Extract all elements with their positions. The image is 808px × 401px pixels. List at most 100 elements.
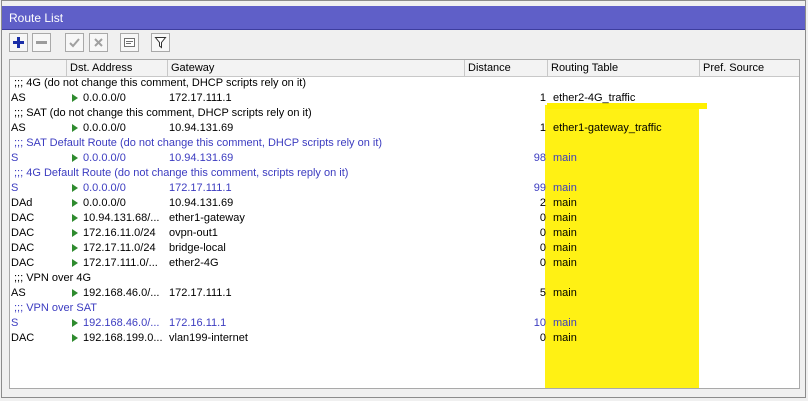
col-flags[interactable] [10,60,67,76]
comment-button[interactable] [120,33,139,52]
route-row[interactable]: AS 0.0.0.0/0 172.17.111.1 1 ether2-4G_traffi… [10,91,799,106]
route-row[interactable]: DAd 0.0.0.0/0 10.94.131.69 2 main [10,196,799,211]
route-row[interactable]: DAC 172.17.11.0/24 bridge-local 0 main [10,241,799,256]
route-routing-table: main [553,212,577,224]
route-dst-address: 10.94.131.68/... [68,211,167,226]
minus-icon [36,41,47,44]
route-arrow-icon [72,259,78,267]
route-row[interactable]: S 0.0.0.0/0 10.94.131.69 98 main [10,151,799,166]
col-pref-source[interactable]: Pref. Source [700,60,799,76]
route-gateway: 172.17.111.1 [169,92,232,104]
remove-button[interactable] [32,33,51,52]
route-dst-value: 172.17.111.0/... [83,257,158,269]
route-arrow-icon [72,214,78,222]
route-arrow-icon [72,244,78,252]
route-routing-table: main [553,197,577,209]
route-gateway: ovpn-out1 [169,227,218,239]
enable-button[interactable] [65,33,84,52]
route-distance: 10 [533,317,546,329]
add-button[interactable] [9,33,28,52]
route-routing-table: main [553,152,577,164]
route-row[interactable]: AS 192.168.46.0/... 172.17.111.1 5 main [10,286,799,301]
route-flags: AS [11,92,26,104]
comment-row[interactable]: ;;; 4G (do not change this comment, DHCP… [10,76,799,91]
disable-button[interactable] [89,33,108,52]
route-routing-table: main [553,317,577,329]
comment-row[interactable]: ;;; 4G Default Route (do not change this… [10,166,799,181]
route-flags: DAC [11,332,35,344]
route-dst-address: 172.16.11.0/24 [68,226,167,241]
route-routing-table: ether2-4G_traffic [553,92,636,104]
route-distance: 0 [539,212,546,224]
route-arrow-icon [72,154,78,162]
route-dst-value: 0.0.0.0/0 [83,182,126,194]
route-routing-table: main [553,242,577,254]
route-dst-value: 192.168.46.0/... [83,317,160,329]
route-comment: ;;; SAT Default Route (do not change thi… [14,137,383,149]
route-routing-table: main [553,287,577,299]
route-flags: S [11,182,19,194]
route-flags: DAd [11,197,33,209]
route-flags: DAC [11,257,35,269]
route-dst-address: 0.0.0.0/0 [68,121,167,136]
route-distance: 99 [533,182,546,194]
route-row[interactable]: S 0.0.0.0/0 172.17.111.1 99 main [10,181,799,196]
filter-button[interactable] [151,33,170,52]
route-comment: ;;; SAT (do not change this comment, DHC… [14,107,312,119]
route-arrow-icon [72,184,78,192]
col-gateway[interactable]: Gateway [168,60,465,76]
route-dst-address: 0.0.0.0/0 [68,196,167,211]
route-gateway: 172.17.111.1 [169,287,232,299]
route-flags: AS [11,287,26,299]
route-row[interactable]: S 192.168.46.0/... 172.16.11.1 10 main [10,316,799,331]
route-arrow-icon [72,289,78,297]
route-routing-table: main [553,182,577,194]
route-gateway: 10.94.131.69 [169,152,234,164]
route-gateway: bridge-local [169,242,226,254]
comment-row[interactable]: ;;; VPN over SAT [10,301,799,316]
route-arrow-icon [72,199,78,207]
route-arrow-icon [72,124,78,132]
route-dst-value: 172.16.11.0/24 [83,227,156,239]
filter-icon [154,37,167,49]
table-header: Dst. Address Gateway Distance Routing Ta… [10,60,799,77]
route-row[interactable]: DAC 172.16.11.0/24 ovpn-out1 0 main [10,226,799,241]
window-titlebar[interactable]: Route List [2,6,805,30]
comment-row[interactable]: ;;; SAT Default Route (do not change thi… [10,136,799,151]
plus-icon [13,37,24,48]
route-dst-address: 172.17.11.0/24 [68,241,167,256]
route-dst-value: 192.168.46.0/... [83,287,160,299]
col-routing-table[interactable]: Routing Table [548,60,700,76]
route-routing-table: main [553,332,577,344]
route-comment: ;;; VPN over 4G [14,272,92,284]
route-distance: 0 [539,227,546,239]
route-flags: AS [11,122,26,134]
route-row[interactable]: DAC 192.168.199.0... vlan199-internet 0 main [10,331,799,346]
route-dst-value: 0.0.0.0/0 [83,152,126,164]
route-distance: 0 [539,257,546,269]
route-row[interactable]: AS 0.0.0.0/0 10.94.131.69 1 ether1-gateway_t… [10,121,799,136]
route-dst-address: 192.168.46.0/... [68,316,167,331]
comment-row[interactable]: ;;; VPN over 4G [10,271,799,286]
route-gateway: 10.94.131.69 [169,122,234,134]
comment-row[interactable]: ;;; SAT (do not change this comment, DHC… [10,106,799,121]
col-dst-address[interactable]: Dst. Address [67,60,168,76]
route-gateway: 172.16.11.1 [169,317,227,329]
route-dst-value: 0.0.0.0/0 [83,122,126,134]
route-distance: 0 [539,242,546,254]
route-distance: 1 [539,122,546,134]
route-arrow-icon [72,94,78,102]
route-row[interactable]: DAC 10.94.131.68/... ether1-gateway 0 main [10,211,799,226]
route-distance: 2 [539,197,546,209]
route-distance: 0 [539,332,546,344]
route-flags: S [11,317,19,329]
route-comment: ;;; 4G (do not change this comment, DHCP… [14,77,307,89]
route-gateway: ether1-gateway [169,212,245,224]
route-table: Dst. Address Gateway Distance Routing Ta… [9,59,800,389]
route-list-window: Route List Dst. Address Gateway Distance… [1,0,806,398]
route-row[interactable]: DAC 172.17.111.0/... ether2-4G 0 main [10,256,799,271]
col-distance[interactable]: Distance [465,60,548,76]
route-comment: ;;; 4G Default Route (do not change this… [14,167,349,179]
route-dst-address: 192.168.46.0/... [68,286,167,301]
route-arrow-icon [72,334,78,342]
